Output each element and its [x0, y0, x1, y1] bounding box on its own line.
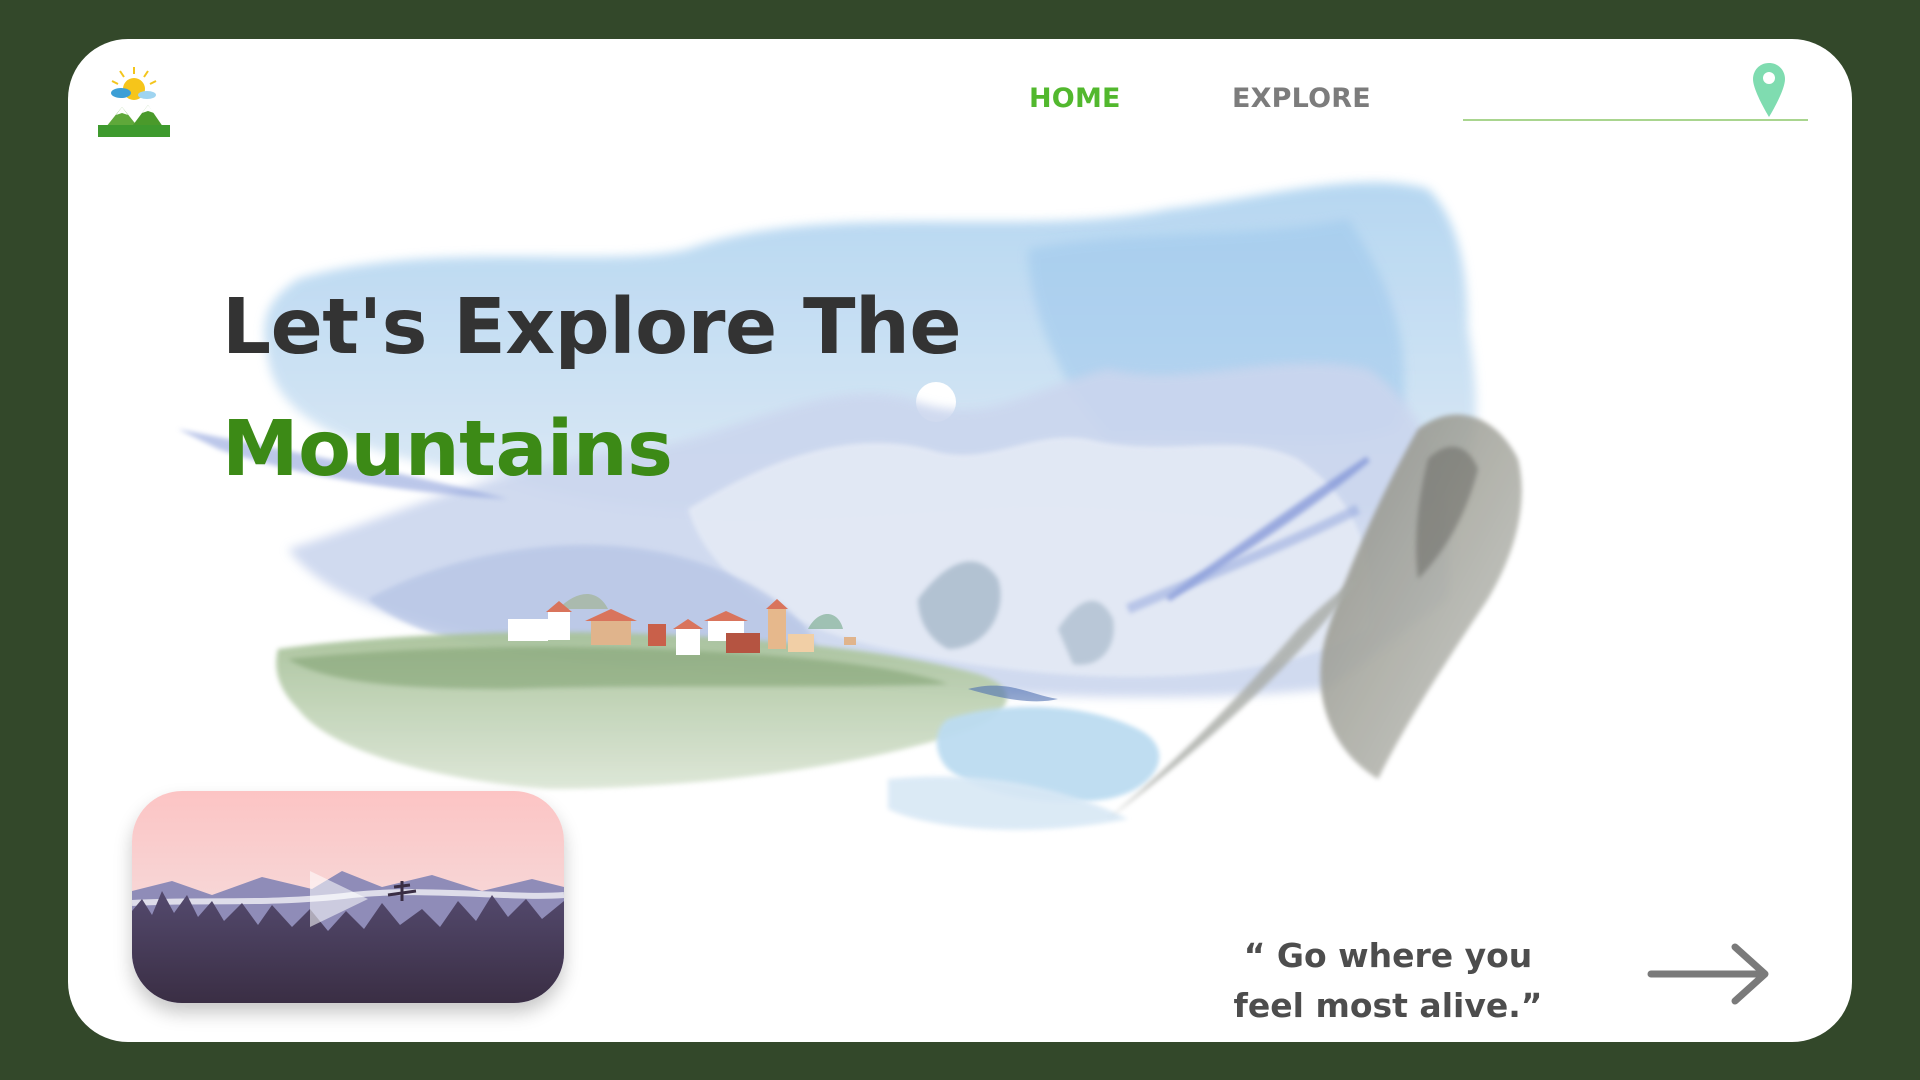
hero-title-mountains: Mountains — [222, 405, 673, 494]
sun-mountain-logo-icon[interactable] — [98, 65, 170, 137]
location-pin-icon[interactable] — [1751, 61, 1787, 121]
nav-explore-link[interactable]: EXPLORE — [1232, 83, 1371, 114]
quote-line1: “ Go where you — [1243, 936, 1533, 975]
video-thumbnail[interactable] — [132, 791, 564, 1003]
arrow-right-icon[interactable] — [1645, 939, 1775, 1009]
landing-card: HOME EXPLORE Let's Explore The Mountains… — [68, 39, 1852, 1042]
hero-title-line1: Let's Explore The — [222, 283, 962, 372]
quote-text: “ Go where you feel most alive.” — [1168, 931, 1608, 1031]
play-icon[interactable] — [302, 869, 372, 929]
quote-line2: feel most alive.” — [1233, 986, 1543, 1025]
nav-home-link[interactable]: HOME — [1029, 83, 1121, 114]
